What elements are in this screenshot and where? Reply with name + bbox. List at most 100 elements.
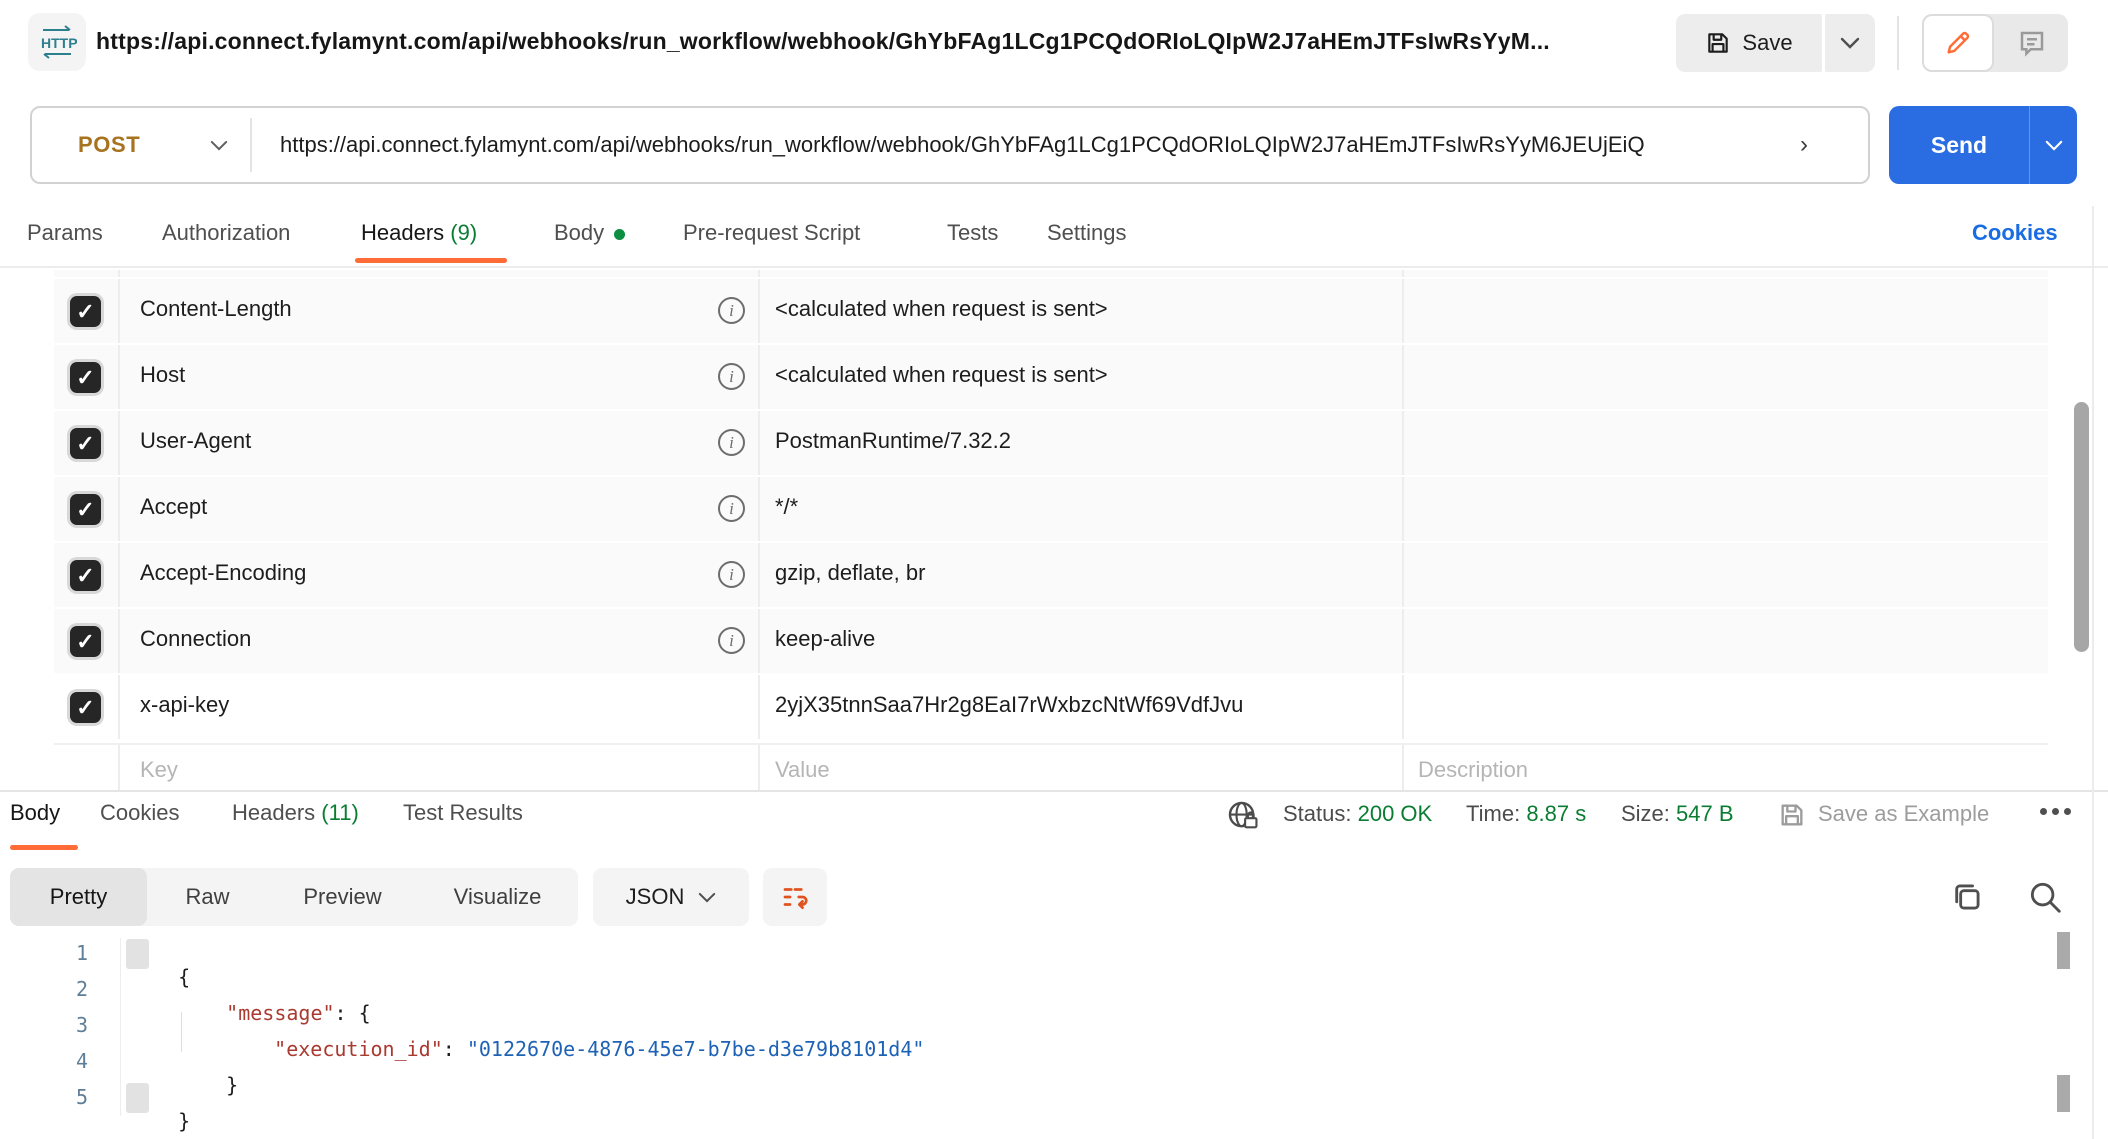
http-icon: HTTP [37,22,77,62]
tab-prerequest-script[interactable]: Pre-request Script [683,220,860,246]
time-value[interactable]: 8.87 s [1526,801,1586,826]
save-options-dropdown[interactable] [1825,14,1875,72]
send-options-dropdown[interactable] [2029,106,2077,184]
response-pane-divider[interactable] [0,790,2108,792]
header-key[interactable]: x-api-key [140,692,229,718]
network-globe-lock-icon[interactable] [1226,799,1260,833]
pencil-icon [1944,29,1972,57]
code-line-3[interactable]: "execution_id": "0122670e-4876-45e7-b7be… [226,1013,924,1085]
send-button-group: Send [1889,106,2077,184]
header-row-checkbox[interactable]: ✓ [70,428,101,459]
header-row-checkbox[interactable]: ✓ [70,560,101,591]
comment-icon [2017,28,2047,58]
json-colon: : [443,1037,467,1061]
tab-body[interactable]: Body [554,220,625,246]
tab-tests[interactable]: Tests [947,220,998,246]
cookies-link[interactable]: Cookies [1972,220,2058,246]
response-tab-test-results[interactable]: Test Results [403,800,523,826]
tab-params[interactable]: Params [27,220,103,246]
vertical-scrollbar[interactable] [2074,402,2089,652]
save-button-label: Save [1742,30,1792,56]
search-icon [2026,878,2064,916]
send-button[interactable]: Send [1889,106,2029,184]
header-value[interactable]: */* [775,494,798,520]
response-tab-cookies[interactable]: Cookies [100,800,179,826]
header-key[interactable]: Host [140,362,185,388]
value-placeholder[interactable]: Value [775,757,830,783]
response-tab-body[interactable]: Body [10,800,60,826]
code-line-5[interactable]: } [130,1085,190,1139]
response-headers-label: Headers [232,800,315,825]
response-size: Size: 547 B [1621,801,1734,827]
column-divider [118,279,120,343]
table-row: ✓ Accept i */* [54,477,2048,541]
view-tab-raw[interactable]: Raw [147,868,268,926]
header-value[interactable]: <calculated when request is sent> [775,362,1108,388]
column-divider [1402,279,1404,343]
header-value[interactable]: gzip, deflate, br [775,560,925,586]
body-has-content-dot [614,229,625,240]
chevron-down-icon [2045,140,2063,151]
gutter-divider [120,938,121,1116]
header-key[interactable]: Content-Length [140,296,292,322]
info-icon[interactable]: i [718,363,745,390]
tab-headers[interactable]: Headers (9) [361,220,477,246]
size-label: Size: [1621,801,1670,826]
header-row-checkbox[interactable]: ✓ [70,626,101,657]
header-key[interactable]: Connection [140,626,251,652]
header-row-checkbox[interactable]: ✓ [70,296,101,327]
overview-ruler-mark [2057,1075,2070,1112]
view-tab-preview[interactable]: Preview [268,868,417,926]
active-tab-underline [355,258,507,263]
save-button[interactable]: Save [1676,14,1822,72]
search-response-button[interactable] [2026,878,2066,918]
save-icon [1705,30,1731,56]
response-headers-count: (11) [321,800,359,825]
response-status: Status: 200 OK [1283,801,1432,827]
wrap-lines-button[interactable] [763,868,827,926]
info-icon[interactable]: i [718,495,745,522]
copy-response-button[interactable] [1948,878,1988,918]
header-row-checkbox[interactable]: ✓ [70,494,101,525]
tab-body-label: Body [554,220,604,245]
format-dropdown-value: JSON [626,884,685,910]
view-tab-pretty[interactable]: Pretty [10,868,147,926]
tab-authorization[interactable]: Authorization [162,220,290,246]
table-row: ✓ User-Agent i PostmanRuntime/7.32.2 [54,411,2048,475]
header-key[interactable]: User-Agent [140,428,251,454]
edit-mode-button[interactable] [1922,14,1994,72]
response-more-options-icon[interactable] [2040,808,2071,815]
key-placeholder[interactable]: Key [140,757,178,783]
status-label: Status: [1283,801,1351,826]
line-number: 1 [40,941,88,965]
status-value[interactable]: 200 OK [1358,801,1433,826]
header-value[interactable]: PostmanRuntime/7.32.2 [775,428,1011,454]
method-chevron-down-icon[interactable] [210,140,250,151]
header-value[interactable]: 2yjX35tnnSaa7Hr2g8EaI7rWxbzcNtWf69VdfJvu [775,692,1243,718]
url-input[interactable] [278,131,1818,159]
line-number: 5 [40,1085,88,1109]
info-icon[interactable]: i [718,429,745,456]
size-value[interactable]: 547 B [1676,801,1734,826]
format-dropdown[interactable]: JSON [593,868,749,926]
view-tab-visualize[interactable]: Visualize [417,868,578,926]
info-icon[interactable]: i [718,297,745,324]
header-row-checkbox[interactable]: ✓ [70,362,101,393]
header-value[interactable]: keep-alive [775,626,875,652]
header-key[interactable]: Accept-Encoding [140,560,306,586]
info-icon[interactable]: i [718,627,745,654]
floppy-icon [1778,801,1806,829]
description-placeholder[interactable]: Description [1418,757,1528,783]
url-overflow-indicator: › [1800,131,1808,159]
tab-settings[interactable]: Settings [1047,220,1127,246]
header-row-checkbox[interactable]: ✓ [70,692,101,723]
response-time: Time: 8.87 s [1466,801,1586,827]
header-value[interactable]: <calculated when request is sent> [775,296,1108,322]
save-as-example-button[interactable]: Save as Example [1818,801,1989,827]
info-icon[interactable]: i [718,561,745,588]
header-key[interactable]: Accept [140,494,207,520]
method-selector[interactable]: POST [32,132,210,158]
response-tab-headers[interactable]: Headers (11) [232,800,359,826]
comment-button[interactable] [1996,14,2068,72]
tab-headers-label: Headers [361,220,444,245]
